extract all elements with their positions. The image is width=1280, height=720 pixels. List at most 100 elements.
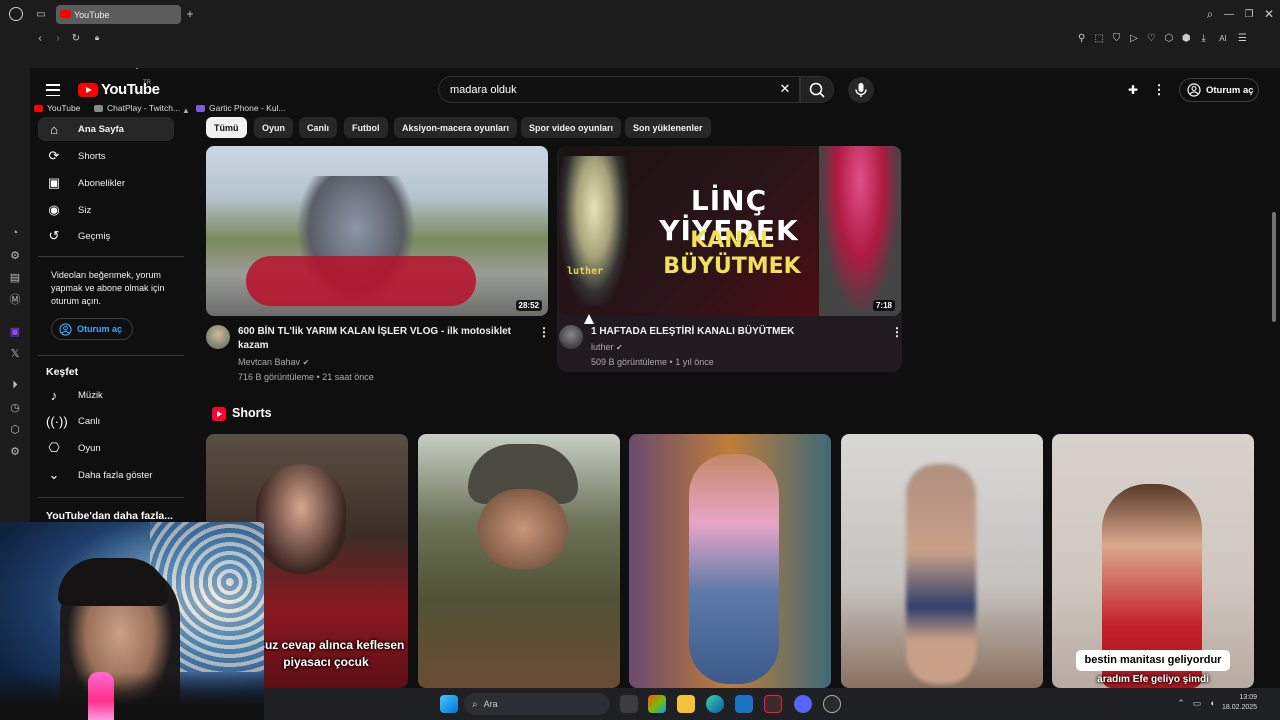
ai-icon[interactable]: AI (1215, 31, 1230, 45)
signin-label: Oturum aç (1206, 84, 1254, 96)
search-tabs-icon[interactable]: ⌕ (1203, 7, 1217, 21)
short-card[interactable]: bestin manitası geliyordur aradım Efe ge… (1052, 434, 1254, 688)
search-button[interactable] (800, 76, 834, 103)
sidebar-item-home[interactable]: ⌂ Ana Sayfa (38, 117, 174, 141)
play-icon[interactable]: ▷ (1128, 31, 1139, 45)
sidebar-scroll-up-icon[interactable]: ▲ (182, 106, 190, 115)
tab-manager-icon[interactable]: ▭ (34, 8, 48, 20)
video-title[interactable]: 1 HAFTADA ELEŞTİRİ KANALI BÜYÜTMEK (591, 325, 881, 339)
page-scrollbar[interactable] (1272, 212, 1276, 322)
chip-action-adventure[interactable]: Aksiyon-macera oyunları (394, 117, 518, 138)
m-icon[interactable]: Ⓜ (8, 292, 22, 306)
player-icon[interactable]: ⏵ (8, 378, 22, 392)
sidebar-item-subscriptions[interactable]: ▣ Abonelikler (38, 171, 174, 195)
chatplay-favicon-icon (94, 104, 103, 112)
bookmark-youtube[interactable]: YouTube (34, 103, 80, 113)
edge-icon[interactable] (706, 695, 724, 713)
video-thumbnail[interactable]: 28:52 (206, 146, 548, 316)
sidebar-item-shorts[interactable]: ⟳ Shorts (38, 144, 174, 168)
channel-avatar[interactable] (559, 325, 583, 349)
shield-icon[interactable]: ⛉ (1111, 31, 1122, 45)
sidebar-show-more[interactable]: ⌄ Daha fazla göster (38, 463, 174, 487)
channel-name[interactable]: luther ✔ (591, 340, 623, 355)
sidebar-item-history[interactable]: ↺ Geçmiş (38, 224, 174, 248)
search-input[interactable] (439, 77, 799, 102)
channel-name[interactable]: Mevtcan Bahav ✔ (238, 355, 309, 370)
chip-all[interactable]: Tümü (206, 117, 247, 138)
robot-icon[interactable]: ⚙ (8, 248, 22, 262)
sidebar-divider (38, 355, 184, 356)
volume-icon[interactable]: ◖ (1206, 697, 1218, 709)
channel-name-label: Mevtcan Bahav (238, 357, 301, 367)
header-signin-button[interactable]: Oturum aç (1179, 78, 1259, 102)
youtube-logo-icon[interactable] (78, 83, 98, 97)
discord-icon[interactable] (794, 695, 812, 713)
close-window-icon[interactable]: ✕ (1262, 7, 1276, 21)
wallet-icon[interactable]: ⬢ (1181, 31, 1192, 45)
sidebar-item-live[interactable]: ((·)) Canlı (38, 409, 174, 433)
menu-icon[interactable]: ☰ (1237, 31, 1248, 45)
clock-icon[interactable]: ◷ (8, 400, 22, 414)
voice-search-button[interactable] (848, 77, 874, 103)
video-thumbnail[interactable]: LİNÇ YİYEREK KANAL BÜYÜTMEK luther 7:18 (559, 146, 901, 316)
task-view-icon[interactable] (620, 695, 638, 713)
clear-search-icon[interactable]: ✕ (778, 81, 792, 96)
heart-icon[interactable]: ♡ (1146, 31, 1157, 45)
chip-gaming[interactable]: Oyun (254, 117, 294, 138)
sidebar-item-you[interactable]: ◉ Siz (38, 198, 174, 222)
snapshot-icon[interactable]: ⬚ (1093, 31, 1104, 45)
thumbnail-motorcycle-shape (246, 256, 476, 306)
bookmark-gartic[interactable]: Gartic Phone - Kul... (196, 103, 286, 113)
copilot-icon[interactable] (648, 695, 666, 713)
create-icon[interactable]: ✚ (1125, 83, 1141, 97)
hamburger-menu-icon[interactable] (46, 84, 60, 96)
browser-tab-youtube[interactable]: YouTube (56, 5, 181, 24)
aria-icon[interactable]: ◔ (8, 226, 22, 240)
sidebar-item-music[interactable]: ♪ Müzik (38, 383, 174, 407)
chip-live[interactable]: Canlı (299, 117, 338, 138)
network-icon[interactable]: ▭ (1191, 697, 1203, 709)
twitch-icon[interactable]: ▣ (8, 324, 22, 338)
sidebar-item-gaming[interactable]: ⎔ Oyun (38, 436, 174, 460)
lock-icon[interactable]: 🔒︎ (92, 32, 102, 44)
tray-chevron-icon[interactable]: ⌃ (1175, 697, 1187, 709)
short-card[interactable] (629, 434, 831, 688)
restore-icon[interactable]: ❐ (1242, 7, 1256, 21)
short-card[interactable] (418, 434, 620, 688)
opera-logo-icon[interactable] (9, 7, 23, 21)
opera-gx-icon[interactable] (764, 695, 782, 713)
notes-icon[interactable]: ▤ (8, 270, 22, 284)
video-menu-icon[interactable]: ⋮ (538, 325, 550, 339)
chip-sports-games[interactable]: Spor video oyunları (521, 117, 622, 138)
steam-icon[interactable] (823, 695, 841, 713)
new-tab-icon[interactable]: + (184, 7, 196, 21)
gartic-favicon-icon (196, 104, 205, 112)
chip-football[interactable]: Futbol (344, 117, 388, 138)
channel-avatar[interactable] (206, 325, 230, 349)
download-icon[interactable]: ⤓ (1198, 31, 1209, 45)
more-options-icon[interactable]: ⋮ (1153, 82, 1166, 97)
cube-icon[interactable]: ⬡ (8, 422, 22, 436)
chip-recently-uploaded[interactable]: Son yüklenenler (625, 117, 711, 138)
extensions-icon[interactable]: ⬡ (1163, 31, 1174, 45)
back-icon[interactable]: ‹ (34, 31, 46, 45)
sidebar-item-label: Oyun (78, 442, 101, 454)
x-icon[interactable]: 𝕏 (8, 346, 22, 360)
sidebar-signin-button[interactable]: Oturum aç (51, 318, 133, 340)
sidebar-item-label: Shorts (78, 150, 106, 162)
taskbar-search[interactable]: ⌕ Ara (464, 693, 610, 715)
windows-start-icon[interactable] (440, 695, 458, 713)
minimize-icon[interactable]: — (1222, 7, 1236, 21)
reload-icon[interactable]: ↻ (70, 31, 82, 45)
search-box[interactable] (438, 76, 800, 103)
taskbar-clock[interactable]: 13:09 18.02.2025 (1222, 693, 1257, 713)
settings-icon[interactable]: ⚙ (8, 444, 22, 458)
forward-icon[interactable]: › (52, 31, 64, 45)
file-explorer-icon[interactable] (677, 695, 695, 713)
pin-icon[interactable]: ⚲ (1076, 31, 1087, 45)
bookmark-chatplay[interactable]: ChatPlay - Twitch... (94, 103, 180, 113)
store-icon[interactable] (735, 695, 753, 713)
short-card[interactable] (841, 434, 1043, 688)
video-title[interactable]: 600 BİN TL'lik YARIM KALAN İŞLER VLOG - … (238, 325, 528, 353)
video-menu-icon[interactable]: ⋮ (891, 325, 903, 339)
